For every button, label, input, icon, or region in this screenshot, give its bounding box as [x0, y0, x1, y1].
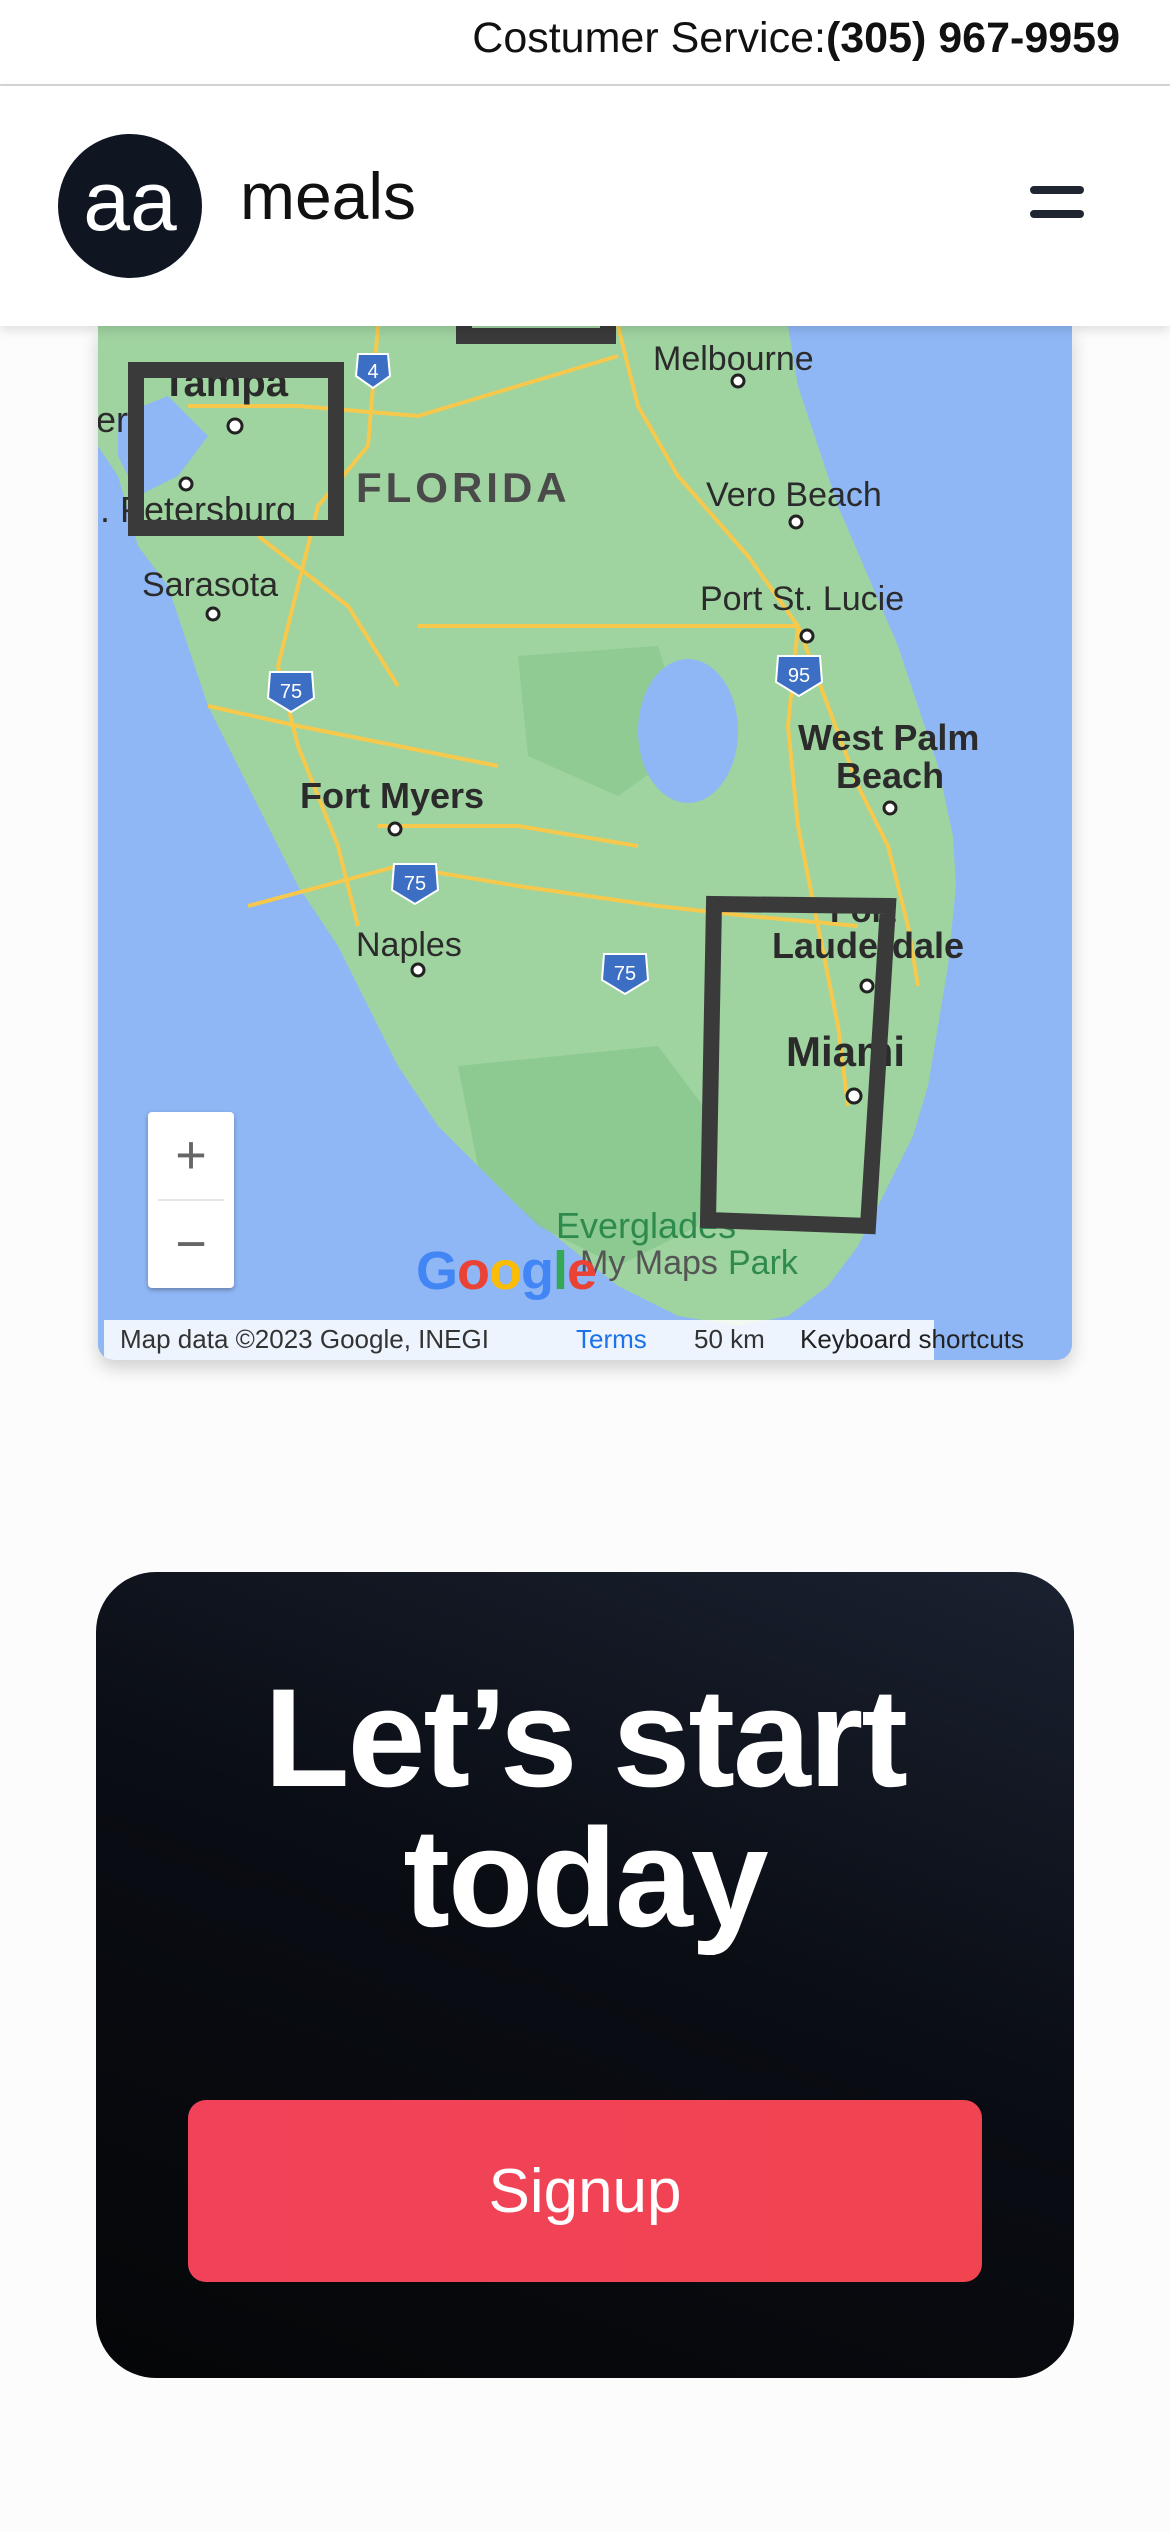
signup-button[interactable]: Signup	[188, 2100, 982, 2282]
map-label-florida: FLORIDA	[356, 464, 571, 511]
customer-service[interactable]: Costumer Service:(305) 967-9959	[472, 14, 1120, 63]
menu-bar	[1030, 186, 1084, 194]
map-label-fort-lauderdale: Lauderdale	[772, 925, 964, 966]
map-label-edge: er	[98, 399, 128, 440]
svg-text:75: 75	[280, 681, 302, 703]
site-header: aa meals	[0, 86, 1170, 326]
map-label-park: Park	[728, 1244, 799, 1282]
zoom-in-button[interactable]: +	[148, 1112, 234, 1198]
map[interactable]: 4 75 95 75 75 Tampa er . Petersburg FLOR…	[98, 326, 1072, 1360]
map-scale: 50 km	[694, 1324, 765, 1354]
map-label-port-st-lucie: Port St. Lucie	[700, 580, 904, 618]
map-label-vero-beach: Vero Beach	[706, 476, 882, 514]
svg-text:75: 75	[614, 963, 636, 985]
map-label-melbourne: Melbourne	[653, 340, 814, 378]
customer-service-label: Costumer Service:	[472, 14, 826, 62]
top-bar: Costumer Service:(305) 967-9959	[0, 0, 1170, 86]
map-label-fort-myers: Fort Myers	[300, 775, 484, 816]
hamburger-menu-icon[interactable]	[1030, 186, 1084, 222]
map-label-west-palm-beach: Beach	[836, 755, 944, 796]
map-terms-link[interactable]: Terms	[576, 1324, 647, 1355]
zoom-out-button[interactable]: −	[148, 1201, 234, 1287]
cta-title: Let’s start today	[96, 1668, 1074, 1948]
brand-name[interactable]: meals	[240, 158, 416, 234]
google-logo[interactable]: Google	[416, 1240, 597, 1302]
map-zoom-control: + −	[148, 1112, 234, 1288]
logo-text: aa	[83, 154, 177, 248]
map-label-mymaps: My Maps	[580, 1244, 718, 1282]
svg-text:95: 95	[788, 665, 810, 687]
cta-title-line2: today	[403, 1799, 768, 1956]
map-label-sarasota: Sarasota	[142, 566, 278, 604]
map-attribution: Map data ©2023 Google, INEGI	[120, 1324, 489, 1354]
cta-title-line1: Let’s start	[264, 1659, 908, 1816]
svg-text:4: 4	[367, 361, 378, 383]
logo[interactable]: aa	[58, 134, 202, 278]
map-label-naples: Naples	[356, 926, 462, 964]
map-label-west-palm: West Palm	[798, 717, 979, 758]
cta-card: Let’s start today Signup	[96, 1572, 1074, 2378]
customer-service-phone[interactable]: (305) 967-9959	[826, 14, 1120, 62]
svg-text:75: 75	[404, 873, 426, 895]
lake-okeechobee	[638, 659, 738, 803]
map-keyboard-shortcuts[interactable]: Keyboard shortcuts	[800, 1324, 1024, 1355]
map-attribution-bar: Map data ©2023 Google, INEGI Terms 50 km…	[104, 1320, 1072, 1360]
menu-bar	[1030, 210, 1084, 218]
map-canvas[interactable]: 4 75 95 75 75 Tampa er . Petersburg FLOR…	[98, 326, 1072, 1360]
